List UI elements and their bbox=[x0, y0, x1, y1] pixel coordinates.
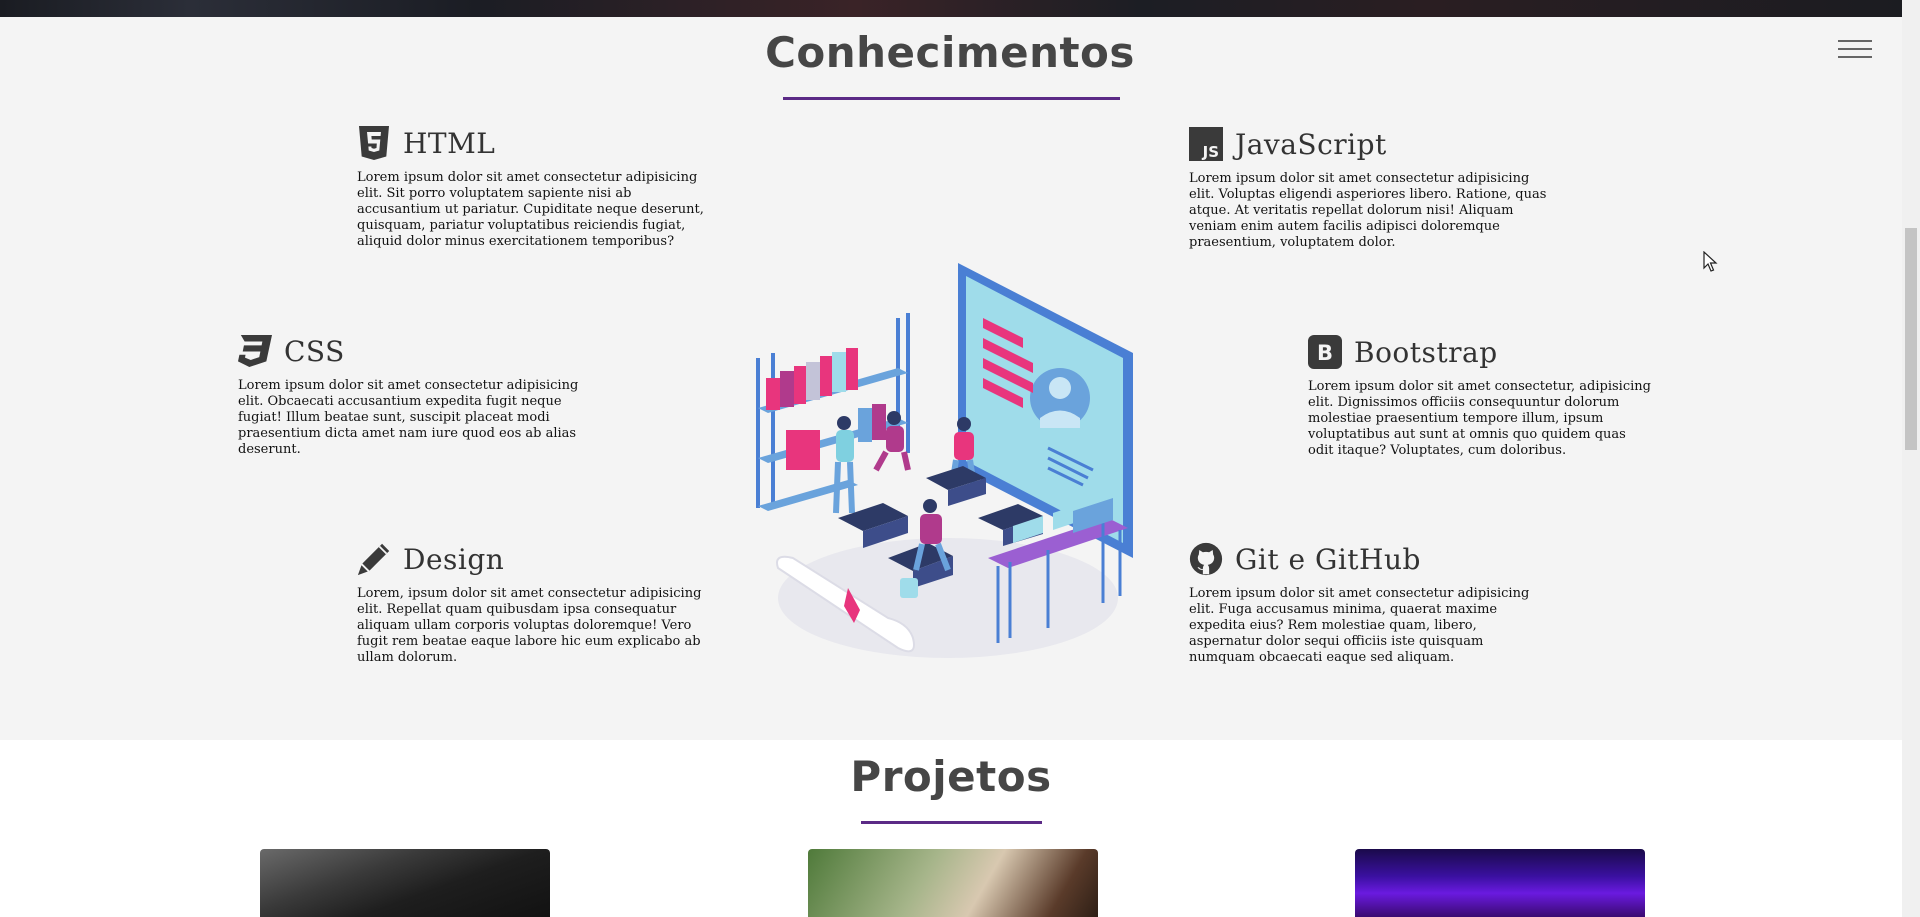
page-scrollbar-thumb[interactable] bbox=[1905, 228, 1917, 450]
pencil-icon bbox=[357, 542, 391, 576]
skill-description: Lorem ipsum dolor sit amet consectetur a… bbox=[1189, 171, 1547, 250]
project-card-3[interactable] bbox=[1355, 849, 1645, 917]
js-icon: JS bbox=[1189, 127, 1223, 161]
study-room-illustration bbox=[756, 263, 1133, 658]
project-card-2[interactable] bbox=[808, 849, 1098, 917]
skill-bootstrap: B Bootstrap Lorem ipsum dolor sit amet c… bbox=[1308, 333, 1653, 459]
hamburger-menu-line bbox=[1838, 56, 1872, 58]
skill-git-github: Git e GitHub Lorem ipsum dolor sit amet … bbox=[1189, 540, 1534, 666]
skill-design: Design Lorem, ipsum dolor sit amet conse… bbox=[357, 540, 722, 666]
skills-section-title: Conhecimentos bbox=[765, 28, 1135, 77]
skill-title: Bootstrap bbox=[1354, 335, 1498, 369]
page-scrollbar-track[interactable] bbox=[1902, 0, 1920, 917]
hamburger-menu-button[interactable] bbox=[1838, 40, 1872, 62]
skills-title-underline bbox=[783, 97, 1120, 100]
hamburger-menu-line bbox=[1838, 48, 1872, 50]
skill-title: HTML bbox=[403, 126, 496, 160]
bootstrap-icon: B bbox=[1308, 335, 1342, 369]
skill-title: JavaScript bbox=[1235, 127, 1387, 161]
html5-icon bbox=[357, 126, 391, 160]
skill-html: HTML Lorem ipsum dolor sit amet consecte… bbox=[357, 124, 717, 250]
js-icon-text: JS bbox=[1202, 143, 1219, 161]
projects-title-underline bbox=[861, 821, 1042, 824]
github-icon bbox=[1189, 542, 1223, 576]
skill-title: Git e GitHub bbox=[1235, 542, 1421, 576]
projects-section-title: Projetos bbox=[850, 752, 1052, 801]
bootstrap-icon-text: B bbox=[1317, 341, 1333, 365]
skill-title: CSS bbox=[284, 334, 345, 368]
css3-icon bbox=[238, 334, 272, 368]
skill-javascript: JS JavaScript Lorem ipsum dolor sit amet… bbox=[1189, 125, 1554, 251]
skill-description: Lorem, ipsum dolor sit amet consectetur … bbox=[357, 586, 702, 665]
hamburger-menu-icon bbox=[1838, 40, 1872, 42]
skill-description: Lorem ipsum dolor sit amet consectetur a… bbox=[1189, 586, 1530, 665]
skill-description: Lorem ipsum dolor sit amet consectetur a… bbox=[238, 378, 579, 457]
mouse-pointer-icon bbox=[1703, 251, 1718, 272]
skill-description: Lorem ipsum dolor sit amet consectetur a… bbox=[357, 170, 704, 249]
skill-css: CSS Lorem ipsum dolor sit amet consectet… bbox=[238, 332, 598, 458]
skill-description: Lorem ipsum dolor sit amet consectetur, … bbox=[1308, 379, 1651, 458]
project-card-1[interactable] bbox=[260, 849, 550, 917]
hero-section-bottom-edge bbox=[0, 0, 1902, 17]
skill-title: Design bbox=[403, 542, 505, 576]
